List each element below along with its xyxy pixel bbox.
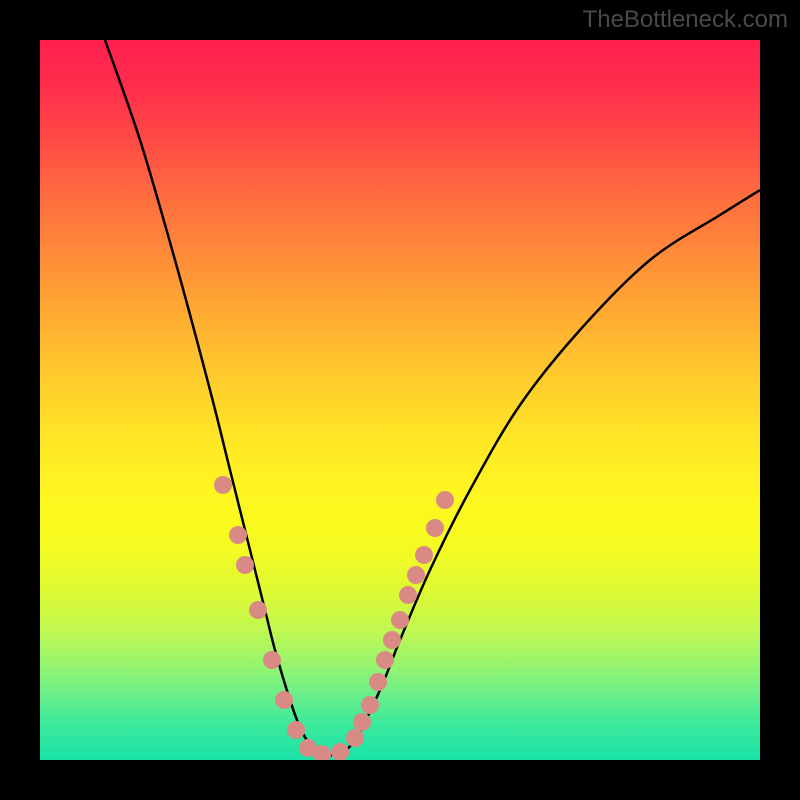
bottleneck-curve: [105, 40, 760, 755]
chart-plot-area: [40, 40, 760, 760]
chart-svg: [40, 40, 760, 760]
curve-marker: [436, 491, 454, 509]
curve-marker: [399, 586, 417, 604]
curve-marker: [353, 713, 371, 731]
curve-marker: [236, 556, 254, 574]
curve-marker: [214, 476, 232, 494]
curve-marker: [229, 526, 247, 544]
curve-marker: [287, 721, 305, 739]
curve-marker: [407, 566, 425, 584]
curve-marker: [275, 691, 293, 709]
curve-marker: [369, 673, 387, 691]
curve-marker: [313, 745, 331, 760]
curve-marker: [331, 743, 349, 760]
curve-marker: [263, 651, 281, 669]
curve-marker: [415, 546, 433, 564]
attribution-text: TheBottleneck.com: [583, 6, 788, 34]
curve-marker: [391, 611, 409, 629]
marker-group: [214, 476, 454, 760]
curve-marker: [383, 631, 401, 649]
curve-marker: [361, 696, 379, 714]
curve-marker: [426, 519, 444, 537]
curve-marker: [299, 739, 317, 757]
curve-marker: [376, 651, 394, 669]
curve-marker: [249, 601, 267, 619]
curve-marker: [346, 729, 364, 747]
